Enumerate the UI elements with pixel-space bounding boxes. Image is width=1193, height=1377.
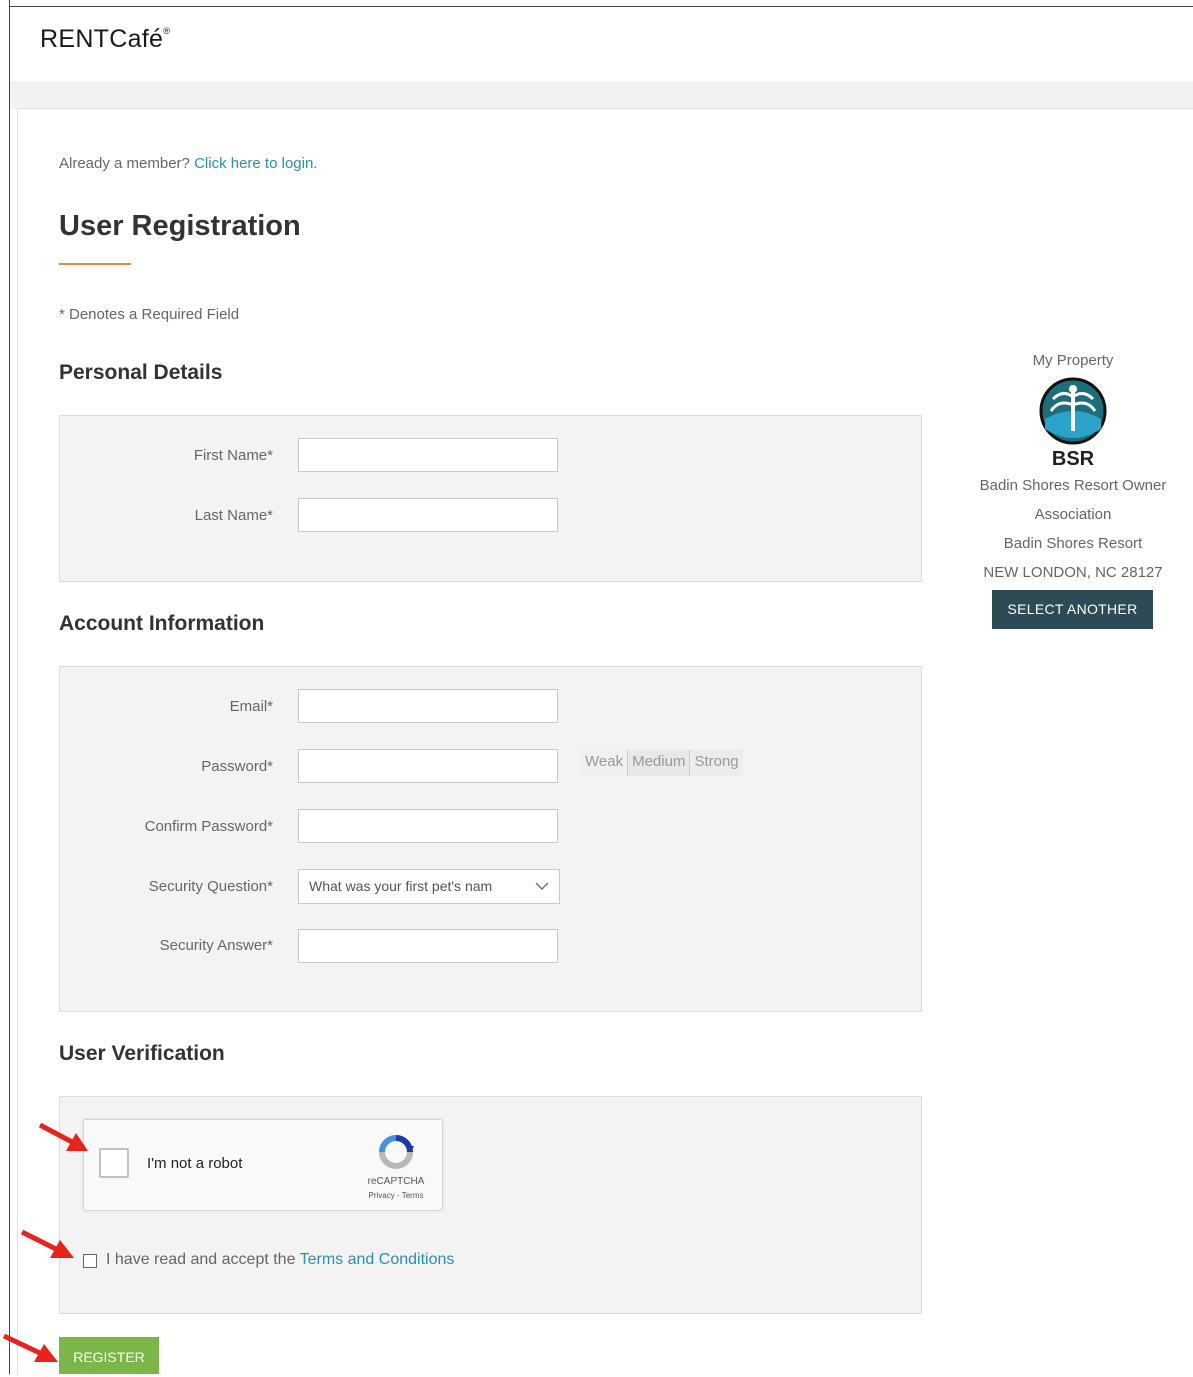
email-input[interactable]: [298, 689, 558, 723]
personal-details-title: Personal Details: [59, 361, 223, 384]
confirm-password-input[interactable]: [298, 809, 558, 843]
last-name-label: Last Name*: [194, 507, 273, 524]
rentcafe-logo[interactable]: RENTCafé®: [40, 25, 170, 54]
recaptcha-privacy-terms[interactable]: Privacy - Terms: [354, 1191, 438, 1200]
security-question-label: Security Question*: [148, 878, 273, 895]
terms-label: I have read and accept the Terms and Con…: [106, 1251, 455, 1268]
security-answer-label: Security Answer*: [159, 937, 273, 954]
security-question-value: What was your first pet's nam: [309, 878, 493, 894]
site-header: RENTCafé®: [10, 7, 1193, 81]
strength-weak: Weak: [581, 750, 629, 776]
login-prompt: Already a member? Click here to login.: [59, 155, 318, 172]
annotation-arrow-icon: [20, 1229, 74, 1258]
first-name-label: First Name*: [193, 447, 273, 464]
login-link[interactable]: Click here to login.: [194, 155, 317, 172]
property-location: NEW LONDON, NC 28127: [983, 564, 1163, 581]
last-name-input[interactable]: [298, 498, 558, 532]
terms-checkbox[interactable]: [83, 1254, 97, 1268]
header-band: [10, 81, 1193, 109]
user-verification-title: User Verification: [59, 1042, 225, 1065]
my-property-card: My Property BSR Badin Shores Resort Owne…: [960, 346, 1186, 587]
select-another-button[interactable]: SELECT ANOTHER: [992, 590, 1153, 629]
recaptcha-label: I'm not a robot: [147, 1155, 243, 1172]
register-button[interactable]: REGISTER: [59, 1337, 159, 1374]
chevron-down-icon: [535, 875, 549, 902]
page-title: User Registration: [59, 210, 301, 242]
property-logo-icon: [960, 377, 1186, 447]
required-note: * Denotes a Required Field: [59, 306, 240, 323]
password-label: Password*: [201, 758, 273, 775]
confirm-password-label: Confirm Password*: [144, 818, 273, 835]
property-name-line1: Badin Shores Resort Owner: [979, 477, 1167, 494]
recaptcha-widget: I'm not a robot reCAPTCHA Privacy - Term…: [83, 1119, 443, 1211]
property-abbrev: BSR: [1051, 448, 1095, 470]
first-name-input[interactable]: [298, 438, 558, 472]
my-property-heading: My Property: [1032, 352, 1114, 369]
property-name-line2: Association: [1034, 506, 1112, 523]
recaptcha-brand: reCAPTCHA: [367, 1176, 425, 1187]
security-question-select[interactable]: What was your first pet's nam: [298, 869, 560, 904]
terms-link[interactable]: Terms and Conditions: [300, 1251, 455, 1268]
email-label: Email*: [229, 698, 273, 715]
password-strength-meter: Weak Medium Strong: [581, 750, 743, 776]
recaptcha-icon: [366, 1134, 426, 1175]
account-information-title: Account Information: [59, 612, 265, 635]
security-answer-input[interactable]: [298, 929, 558, 963]
annotation-arrow-icon: [2, 1333, 58, 1362]
password-input[interactable]: [298, 749, 558, 783]
strength-strong: Strong: [690, 750, 743, 776]
title-underline: [59, 263, 131, 265]
property-community: Badin Shores Resort: [1003, 535, 1143, 552]
annotation-arrow-icon: [38, 1122, 88, 1151]
recaptcha-checkbox[interactable]: [99, 1148, 129, 1178]
screenshot-frame-left: [9, 0, 10, 1374]
strength-medium: Medium: [628, 750, 691, 776]
